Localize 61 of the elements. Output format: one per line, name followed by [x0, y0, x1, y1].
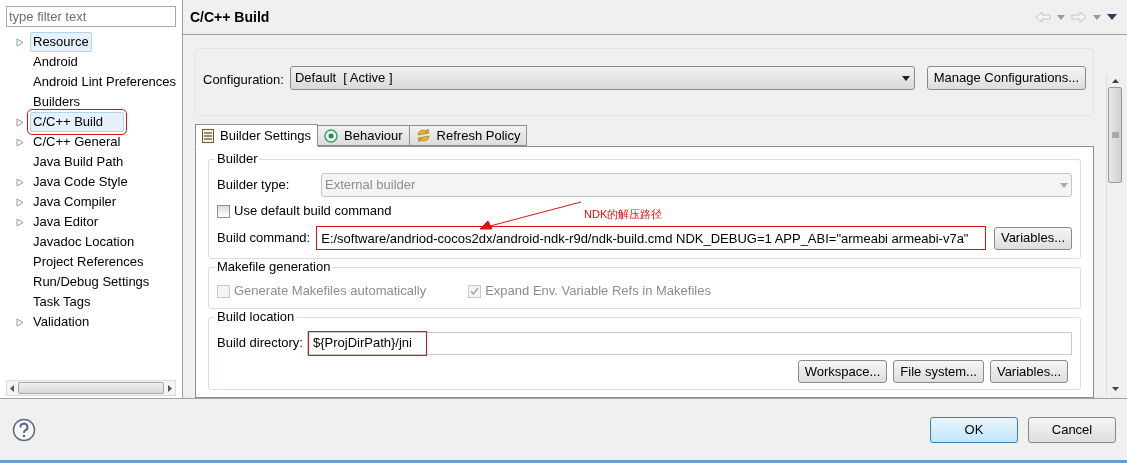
dropdown-caret-icon[interactable] [1057, 14, 1065, 20]
tree-item[interactable]: Validation [30, 312, 93, 332]
tree-item[interactable]: Android Lint Preferences [30, 72, 180, 92]
build-command-field[interactable]: E:/software/andriod-cocos2dx/android-ndk-r9d/ndk-build.cmd NDK_DEBUG=1 APP_ABI="armeabi armeabi-v7a" [316, 226, 986, 250]
tree-item[interactable]: Java Editor [30, 212, 102, 232]
tree-item[interactable]: Project References [30, 252, 147, 272]
tree-item[interactable]: Java Compiler [30, 192, 120, 212]
build-directory-field[interactable]: ${ProjDirPath}/jni [307, 331, 1072, 355]
scroll-up-icon[interactable] [1111, 79, 1119, 83]
tree-item[interactable]: Java Build Path [30, 152, 127, 172]
location-button[interactable]: File system... [893, 360, 984, 383]
tree-item[interactable]: Resource [30, 32, 92, 52]
back-arrow-icon[interactable] [1035, 11, 1051, 23]
expand-triangle-icon[interactable] [16, 37, 24, 47]
manage-configurations-button[interactable]: Manage Configurations... [926, 66, 1086, 90]
page-title: C/C++ Build [190, 7, 270, 27]
dropdown-caret-icon[interactable] [1093, 14, 1101, 20]
tree-item[interactable]: Javadoc Location [30, 232, 138, 252]
checkbox-label: Use default build command [234, 202, 392, 221]
field-label: Builder type: [217, 176, 291, 195]
dropdown-caret-icon [901, 75, 910, 81]
tab[interactable]: Builder Settings [195, 124, 319, 147]
tree-item[interactable]: C/C++ Build [30, 112, 125, 132]
field-label: Configuration: [203, 71, 284, 89]
build-directory-value: ${ProjDirPath}/jni [308, 330, 427, 356]
tab[interactable]: Behaviour [318, 125, 410, 146]
help-icon[interactable] [12, 417, 36, 442]
field-label: Build directory: [217, 334, 303, 353]
forward-arrow-icon[interactable] [1071, 11, 1087, 23]
view-menu-icon[interactable] [1107, 14, 1117, 20]
scroll-right-icon[interactable] [168, 384, 172, 392]
group-title: Makefile generation [215, 259, 333, 275]
checkbox-label: Expand Env. Variable Refs in Makefiles [485, 282, 711, 301]
variables-button[interactable]: Variables... [993, 226, 1072, 250]
checkbox-label: Generate Makefiles automatically [234, 282, 427, 301]
tree-item[interactable]: Java Code Style [30, 172, 131, 192]
scroll-down-icon[interactable] [1111, 387, 1119, 391]
tree-item[interactable]: Builders [30, 92, 83, 112]
tree-item[interactable]: Task Tags [30, 292, 94, 312]
checkmark-icon [470, 287, 480, 295]
expand-triangle-icon[interactable] [16, 317, 24, 327]
list-icon [202, 128, 214, 143]
radio-icon [324, 128, 339, 143]
annotation-note: NDK的解压路径 [584, 208, 663, 221]
configuration-dropdown[interactable]: Default [ Active ] [289, 66, 915, 90]
filter-field[interactable]: type filter text [6, 6, 176, 27]
grip-icon [1111, 132, 1119, 138]
dropdown-caret-icon [1060, 182, 1068, 188]
scroll-left-icon[interactable] [10, 384, 14, 392]
tree-item[interactable]: Android [30, 52, 81, 72]
dialog-button[interactable]: Cancel [1028, 416, 1116, 443]
location-button[interactable]: Workspace... [797, 360, 888, 383]
refresh-arrows-icon [415, 128, 431, 143]
tab[interactable]: Refresh Policy [409, 125, 528, 146]
location-button[interactable]: Variables... [989, 360, 1068, 383]
field-label: Build command: [217, 229, 311, 248]
dialog-button[interactable]: OK [930, 416, 1018, 443]
checkbox[interactable] [217, 204, 230, 218]
horizontal-scrollbar[interactable] [6, 380, 176, 396]
tree-item[interactable]: C/C++ General [30, 132, 124, 152]
tree-item[interactable]: Run/Debug Settings [30, 272, 153, 292]
